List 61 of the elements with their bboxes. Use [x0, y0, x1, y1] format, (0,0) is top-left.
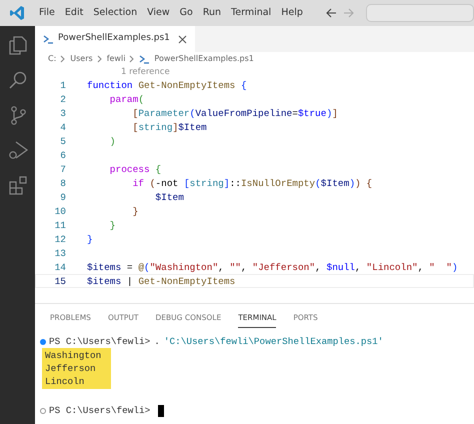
breadcrumb-item[interactable]: C: [48, 53, 56, 65]
code-line: } [132, 205, 138, 217]
line-number: 14 [54, 261, 66, 273]
line-number: 7 [59, 163, 66, 175]
code-line: [string]$Item [132, 121, 207, 133]
code-line: } [108, 219, 116, 231]
menu-item[interactable]: View [142, 6, 175, 20]
code-line: function Get-NonEmptyItems { [87, 79, 247, 91]
chevron-icon [96, 55, 103, 63]
terminal-output-line: Washington [45, 349, 102, 362]
chevron-icon [129, 55, 136, 63]
line-number: 9 [59, 191, 66, 203]
code-line: if (-not [string]::IsNullOrEmpty($Item)) { [132, 177, 372, 189]
powershell-file-icon [139, 54, 150, 64]
line-number: 13 [54, 247, 66, 259]
menu-item[interactable]: Run [198, 6, 226, 20]
code-line: $items = @("Washington", "", "Jefferson", $null, "Lincoln", " ") [87, 261, 458, 273]
run-debug-icon[interactable] [6, 139, 28, 161]
breadcrumb-item[interactable]: PowerShellExamples.ps1 [139, 53, 254, 65]
terminal-output-line: Lincoln [45, 375, 86, 388]
terminal-prompt: PS C:\Users\fewli> [49, 404, 150, 418]
terminal-command-path: 'C:\Users\fewli\PowerShellExamples.ps1' [164, 335, 384, 348]
line-number: 10 [54, 205, 66, 217]
code-line: param( [108, 93, 144, 105]
code-line: } [87, 233, 93, 245]
line-number: 2 [59, 93, 66, 105]
menu-item[interactable]: File [34, 6, 60, 20]
chevron-icon [60, 55, 66, 63]
line-number: 6 [59, 149, 66, 161]
menu-item[interactable]: Edit [60, 6, 88, 20]
code-line: $Item [154, 191, 184, 203]
line-number: 12 [54, 233, 66, 245]
code-line: [Parameter(ValueFromPipeline=$true)] [132, 107, 338, 119]
line-number: 1 [59, 79, 66, 91]
line-number: 15 [54, 275, 66, 287]
terminal-output-line: Jefferson [45, 362, 97, 376]
powershell-file-icon [43, 34, 54, 44]
menu-item[interactable]: Terminal [226, 6, 276, 20]
line-number: 3 [59, 107, 66, 119]
extensions-icon[interactable] [6, 174, 28, 196]
menu-item[interactable]: Help [276, 6, 308, 20]
line-number: 11 [54, 219, 66, 231]
back-arrow-icon[interactable] [324, 6, 338, 20]
code-line: process { [108, 163, 162, 175]
terminal-prompt: PS C:\Users\fewli> [49, 335, 150, 348]
close-icon[interactable] [178, 34, 187, 44]
line-number: 4 [59, 121, 66, 133]
menu-item[interactable]: Go [174, 6, 198, 20]
files-icon[interactable] [6, 34, 28, 56]
vscode-logo-icon [8, 4, 26, 22]
code-line: ) [108, 135, 116, 147]
search-icon[interactable] [6, 69, 28, 91]
editor-tab[interactable]: PowerShellExamples.ps1 [35, 26, 195, 52]
breadcrumb-item[interactable]: fewli [106, 53, 126, 65]
line-number: 8 [59, 177, 66, 189]
terminal-command: . [154, 335, 160, 348]
menu-item[interactable]: Selection [88, 6, 142, 20]
search-field[interactable] [366, 4, 474, 22]
code-line: $items | Get-NonEmptyItems [87, 275, 236, 287]
line-number: 5 [59, 135, 66, 147]
breadcrumb-item[interactable]: Users [70, 53, 93, 65]
